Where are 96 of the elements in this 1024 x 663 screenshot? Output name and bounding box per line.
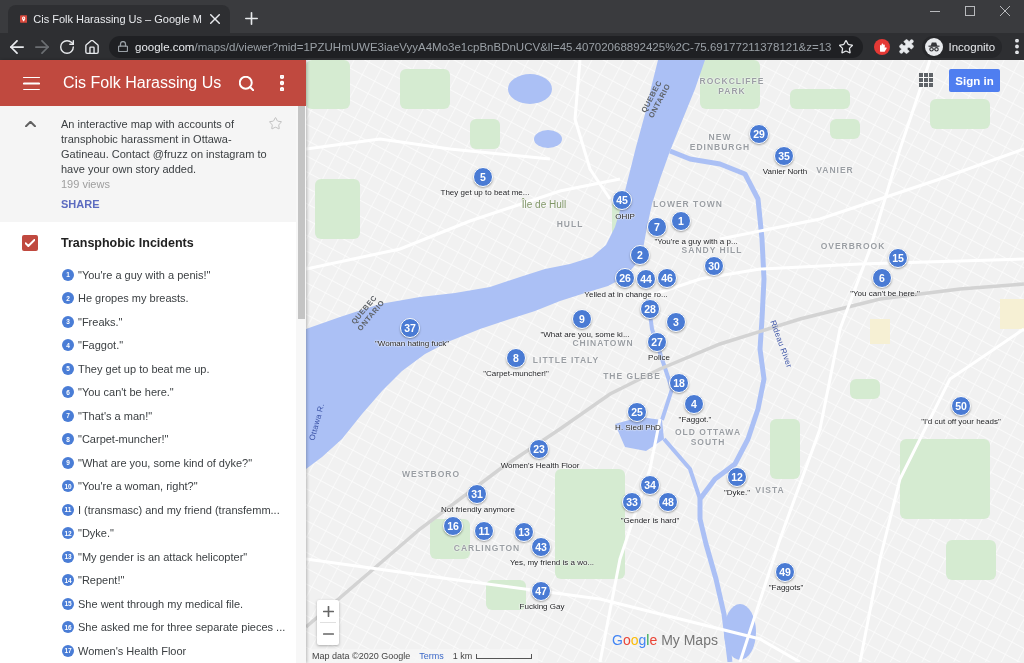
- marker-label: Fucking Gay: [519, 601, 565, 611]
- marker-label: Yelled at in change ro...: [584, 289, 668, 299]
- place-label: SANDY HILL: [681, 246, 743, 256]
- layer-checkbox[interactable]: [22, 234, 38, 251]
- reload-icon: [60, 39, 74, 54]
- marker-label: OHIP: [615, 211, 635, 221]
- place-label: LITTLE ITALY: [532, 356, 600, 366]
- minus-icon: [322, 633, 334, 635]
- marker-label: "Faggot.": [678, 414, 712, 424]
- marker-label: "Faggots": [768, 582, 804, 592]
- marker-label: "Woman hating fuck": [375, 338, 449, 348]
- marker-label: "Gender is hard": [620, 515, 680, 525]
- incident-title[interactable]: They get up to beat me up.: [78, 362, 210, 375]
- address-field[interactable]: google.com/maps/d/viewer?mid=1PZUHmUWE3iaeVyyA4Mo3e1cpBnBDnUCV&ll=45.40702068892425%2C-75.69177211378121&z=13: [109, 35, 863, 58]
- place-label: NEW EDINBURGH: [688, 133, 752, 153]
- apps-grid-icon[interactable]: [919, 73, 933, 87]
- bookmark-star-icon[interactable]: [838, 39, 853, 54]
- plus-icon: [244, 11, 258, 25]
- marker-label: "What are you, some ki...: [540, 329, 630, 339]
- place-label: VISTA: [755, 486, 785, 496]
- incident-title[interactable]: "Freaks.": [78, 315, 123, 328]
- maximize-icon: [964, 6, 975, 16]
- incident-title[interactable]: "You're a woman, right?": [78, 480, 198, 493]
- incident-title[interactable]: "What are you, some kind of dyke?": [78, 456, 253, 469]
- incident-title[interactable]: Women's Health Floor: [78, 644, 187, 657]
- marker-label: "You can't be here.": [850, 288, 920, 298]
- lock-icon: [118, 41, 128, 52]
- layer-title: Transphobic Incidents: [61, 235, 194, 250]
- marker-label: "Carpet-muncher!": [483, 368, 549, 378]
- incognito-icon: [924, 37, 943, 56]
- incident-title[interactable]: "You can't be here.": [78, 386, 174, 399]
- incident-title[interactable]: "You're a guy with a penis!": [78, 268, 211, 281]
- marker-label: Yes, my friend is a wo...: [509, 557, 595, 567]
- minimize-icon: [929, 10, 940, 12]
- marker-label: They get up to beat me...: [440, 187, 530, 197]
- scrollbar-thumb[interactable]: [297, 106, 305, 319]
- marker-label: H. Siedl PhD: [615, 422, 661, 432]
- star-button[interactable]: [269, 117, 282, 130]
- browser-tab[interactable]: Cis Folk Harassing Us – Google M: [8, 5, 230, 33]
- place-label: HULL: [556, 220, 584, 230]
- more-options-icon: [280, 75, 284, 91]
- map-description: An interactive map with accounts of transphobic harassment in Ottawa-Gatineau. Contact @fruzz on instagram to have your own story added.: [61, 117, 268, 177]
- marker-label: Vanier North: [762, 166, 808, 176]
- place-label: VANIER: [816, 166, 854, 176]
- chevron-up-icon: [24, 121, 36, 127]
- menu-icon: [22, 76, 40, 90]
- incident-title[interactable]: "Repent!": [78, 574, 125, 587]
- puzzle-icon: [899, 39, 914, 54]
- share-link[interactable]: SHARE: [61, 197, 100, 211]
- incident-title[interactable]: "Carpet-muncher!": [78, 433, 169, 446]
- sign-in-button[interactable]: Sign in: [949, 69, 1000, 92]
- place-label: Île de Hull: [521, 199, 567, 211]
- view-count: 199 views: [61, 177, 111, 192]
- star-icon: [269, 117, 282, 130]
- incident-title[interactable]: "Faggot.": [78, 339, 124, 352]
- incident-title[interactable]: She went through my medical file.: [78, 597, 244, 610]
- place-label: Rideau River: [768, 319, 794, 369]
- home-icon: [85, 39, 99, 54]
- place-label: WESTBORO: [401, 470, 461, 480]
- incident-title[interactable]: She asked me for three separate pieces ...: [78, 621, 286, 634]
- marker-label: "You're a guy with a p...: [654, 236, 738, 246]
- incident-title[interactable]: "Dyke.": [78, 527, 114, 540]
- search-icon: [238, 75, 254, 91]
- place-label: ROCKCLIFFE PARK: [698, 77, 766, 97]
- profile-button[interactable]: Incognito: [921, 35, 1003, 58]
- hand-icon: [873, 38, 890, 55]
- search-button[interactable]: [236, 73, 256, 93]
- close-icon: [210, 14, 220, 24]
- marker-label: Women's Health Floor: [500, 460, 580, 470]
- incident-title[interactable]: I (transmasc) and my friend (transfemm...: [78, 503, 280, 516]
- incident-title[interactable]: "My gender is an attack helicopter": [78, 550, 248, 563]
- marker-label: "Dyke.": [723, 487, 751, 497]
- forward-arrow-icon: [35, 39, 49, 54]
- marker-label: Police: [648, 352, 670, 362]
- place-label: CARLINGTON: [453, 544, 521, 554]
- place-label: CHINATOWN: [572, 339, 634, 349]
- marker-label: Not friendly anymore: [441, 504, 515, 514]
- map-attribution: Map data ©2020 Google: [312, 651, 411, 661]
- place-label: OVERBROOK: [820, 242, 886, 252]
- plus-icon: [322, 605, 334, 617]
- more-options-icon: [1015, 39, 1020, 54]
- place-label: Ottawa R.: [307, 402, 327, 442]
- scale-label: 1 km: [452, 651, 473, 661]
- marker-label: "I'd cut off your heads": [921, 416, 1001, 426]
- incident-title[interactable]: He gropes my breasts.: [78, 292, 189, 305]
- scale-bar: [476, 653, 533, 659]
- map-title: Cis Folk Harassing Us: [63, 74, 222, 92]
- place-label: THE GLEBE: [603, 372, 661, 382]
- place-label: OLD OTTAWA SOUTH: [674, 428, 742, 448]
- check-icon: [25, 238, 35, 247]
- google-my-maps-logo: Google My Maps: [612, 632, 718, 648]
- close-icon: [999, 6, 1010, 16]
- tab-close-button[interactable]: [208, 12, 222, 26]
- incident-title[interactable]: "That's a man!": [78, 409, 153, 422]
- place-label: LOWER TOWN: [653, 200, 723, 210]
- terms-link[interactable]: Terms: [419, 651, 444, 661]
